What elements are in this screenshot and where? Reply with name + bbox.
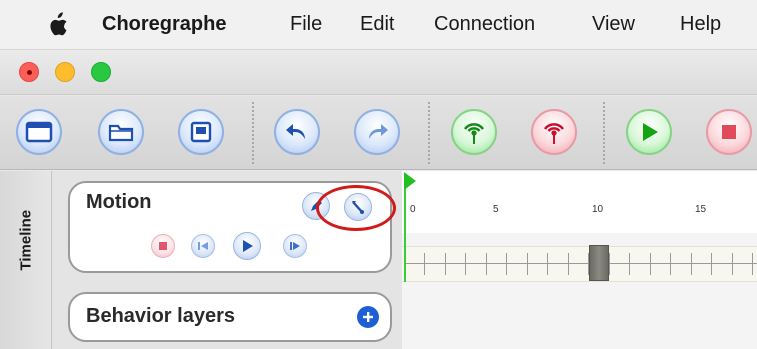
undo-button[interactable] (274, 109, 320, 155)
menu-file[interactable]: File (290, 13, 322, 36)
motion-stop-button[interactable] (151, 234, 175, 258)
connect-button[interactable] (451, 109, 497, 155)
menu-help[interactable]: Help (680, 13, 721, 36)
play-icon (243, 240, 253, 252)
stop-icon (159, 242, 167, 250)
redo-icon (369, 124, 388, 139)
toolbar-separator (603, 102, 605, 164)
motion-play-button[interactable] (233, 232, 261, 260)
track-tick (547, 253, 548, 275)
title-bar (0, 50, 757, 95)
timeline-frame-label: 10 (592, 204, 604, 215)
track-tick (444, 253, 446, 275)
save-project-button[interactable] (178, 109, 224, 155)
open-project-button[interactable] (98, 109, 144, 155)
timeline-frame-label: 0 (410, 204, 416, 215)
keyframe-marker[interactable] (589, 245, 609, 281)
timeline-frame-label: 5 (493, 204, 499, 215)
track-tick (670, 253, 671, 275)
add-behavior-layer-button[interactable] (357, 306, 379, 328)
main-toolbar (0, 96, 757, 170)
menu-view[interactable]: View (592, 13, 635, 36)
stop-button[interactable] (706, 109, 752, 155)
timeline-tab-label: Timeline (17, 209, 35, 271)
timeline-frame-label: 15 (695, 204, 707, 215)
track-tick (526, 253, 528, 275)
track-tick (424, 253, 425, 275)
motion-previous-frame-button[interactable] (191, 234, 215, 258)
next-frame-icon (290, 242, 300, 250)
window-icon (25, 121, 53, 143)
apple-icon[interactable] (46, 12, 68, 38)
menu-app-name[interactable]: Choregraphe (102, 13, 226, 36)
antenna-icon (543, 123, 565, 144)
menu-edit[interactable]: Edit (360, 13, 394, 36)
play-button[interactable] (626, 109, 672, 155)
time-cursor-line[interactable] (404, 186, 406, 282)
track-tick (752, 253, 753, 275)
plus-icon (363, 312, 373, 322)
motion-next-frame-button[interactable] (283, 234, 307, 258)
stop-icon (722, 125, 736, 139)
behavior-layers-title: Behavior layers (86, 305, 235, 327)
close-window-button[interactable] (19, 62, 39, 82)
track-tick (629, 253, 630, 275)
motion-panel-title: Motion (86, 191, 152, 213)
folder-icon (108, 124, 134, 142)
motion-track[interactable] (402, 246, 757, 282)
time-cursor-handle[interactable] (404, 172, 416, 190)
toolbar-separator (252, 102, 254, 164)
track-center-line (404, 263, 757, 264)
timeline-ruler[interactable] (402, 171, 757, 233)
track-tick (465, 253, 466, 275)
minimize-window-button[interactable] (55, 62, 75, 82)
track-tick (690, 253, 692, 275)
track-tick (649, 253, 651, 275)
undo-icon (286, 124, 305, 139)
redo-button[interactable] (354, 109, 400, 155)
disconnect-button[interactable] (531, 109, 577, 155)
zoom-window-button[interactable] (91, 62, 111, 82)
menu-bar: Choregraphe File Edit Connection View He… (0, 0, 757, 50)
track-tick (485, 253, 487, 275)
track-tick (731, 253, 733, 275)
antenna-icon (463, 123, 485, 144)
annotation-circle (316, 185, 396, 231)
previous-frame-icon (198, 242, 208, 250)
floppy-icon (190, 121, 212, 143)
choregraphe-window: Choregraphe File Edit Connection View He… (0, 0, 757, 349)
track-tick (567, 253, 569, 275)
play-icon (643, 123, 658, 141)
toolbar-separator (428, 102, 430, 164)
track-tick (506, 253, 507, 275)
new-project-button[interactable] (16, 109, 62, 155)
menu-connection[interactable]: Connection (434, 13, 535, 36)
track-tick (711, 253, 712, 275)
